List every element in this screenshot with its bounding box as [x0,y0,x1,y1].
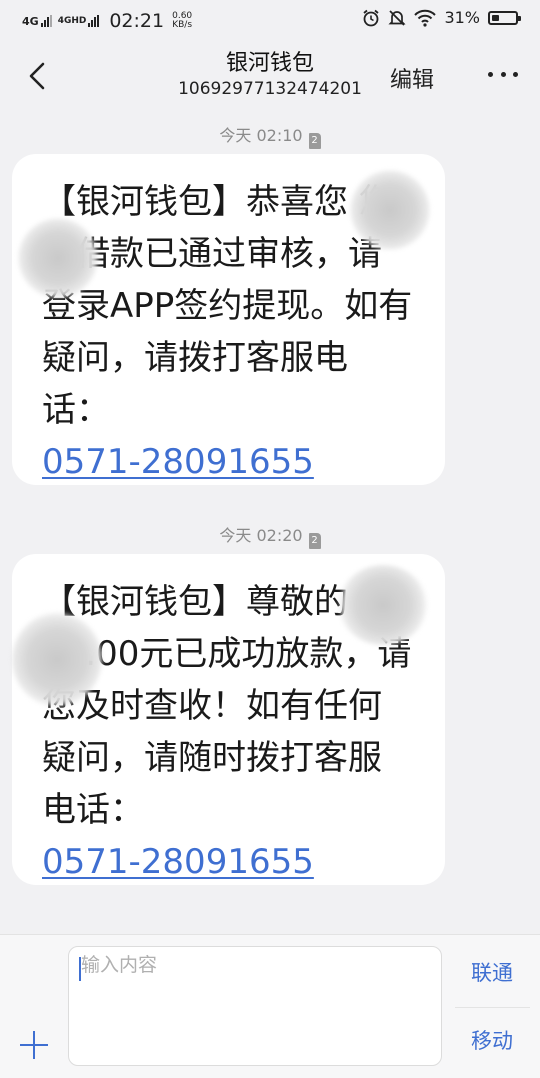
more-icon[interactable] [488,72,518,78]
speed-unit: KB/s [172,20,193,30]
edit-button[interactable]: 编辑 [390,62,434,94]
status-right: 31% [362,8,521,27]
redacted-blur [338,565,428,645]
status-left: 4G 4GHD 02:21 0.60 KB/s [22,10,192,32]
redacted-blur [12,612,102,707]
alarm-icon [363,9,380,26]
conversation-header: 银河钱包 10692977132474201 编辑 [0,42,540,110]
battery-fill [492,14,499,21]
header-title-group: 银河钱包 10692977132474201 [0,50,540,100]
sim-card-icon: 2 [308,533,321,549]
contact-number: 10692977132474201 [178,79,362,99]
network-indicator-1: 4G [22,15,52,27]
message-input-box[interactable] [68,946,442,1066]
phone-link[interactable]: 0571-28091655 [42,836,314,888]
network-label-1: 4G [22,15,39,28]
timestamp-text: 今天 02:20 [219,526,303,545]
sim-card-icon: 2 [308,133,321,149]
battery-percent: 31% [444,8,480,27]
phone-link[interactable]: 0571-28091655 [42,436,314,488]
redacted-blur [350,170,430,250]
battery-icon [488,10,521,25]
message-timestamp: 今天 02:20 2 [0,522,540,549]
signal-icon [88,15,100,27]
send-sim2-button[interactable]: 移动 [462,1025,522,1055]
timestamp-text: 今天 02:10 [219,126,303,145]
plus-icon[interactable] [20,1031,48,1059]
status-bar: 4G 4GHD 02:21 0.60 KB/s 31% [0,0,540,42]
network-label-2: 4GHD [57,16,87,26]
send-sim1-button[interactable]: 联通 [462,957,522,987]
network-speed: 0.60 KB/s [172,12,192,30]
mute-icon [388,9,406,26]
message-timestamp: 今天 02:10 2 [0,122,540,149]
wifi-icon [414,9,437,27]
signal-icon [40,15,52,27]
network-indicator-2: 4GHD [58,15,100,27]
status-time: 02:21 [109,10,165,32]
send-divider [455,1007,530,1008]
message-input[interactable] [79,953,423,977]
compose-bar: 联通 移动 [0,934,540,1078]
contact-name: 银河钱包 [225,51,314,76]
redacted-blur [18,218,98,298]
